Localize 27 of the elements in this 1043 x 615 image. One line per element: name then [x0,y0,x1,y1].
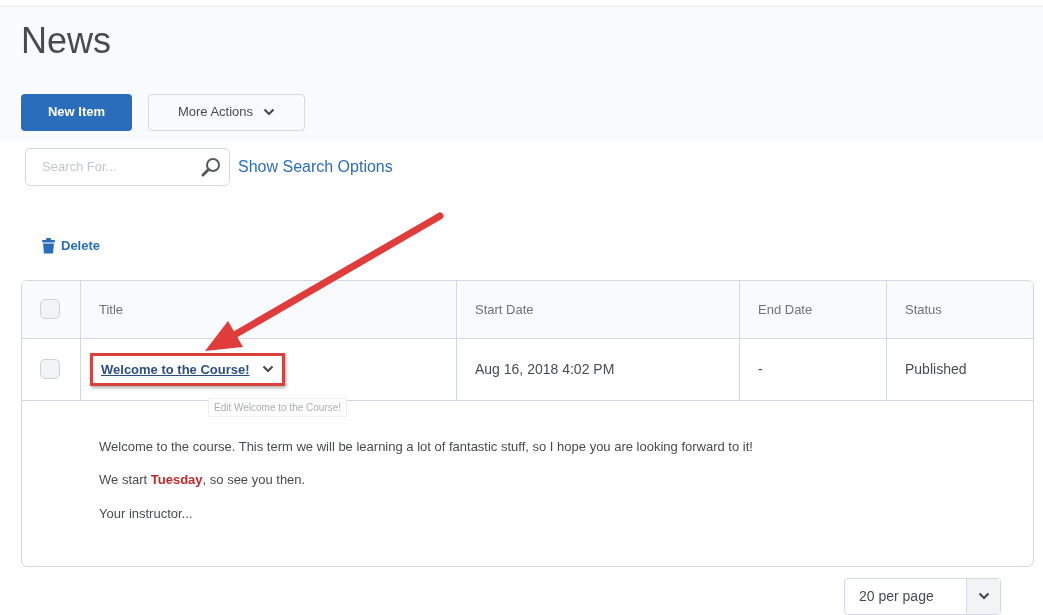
page-title: News [21,21,113,61]
column-header[interactable]: Start Date [475,299,534,319]
table-cell-text: - [758,359,763,379]
column-header[interactable]: Title [99,299,124,319]
trash-icon [42,237,55,254]
chevron-down-icon [977,592,990,601]
show-search-options-link[interactable]: Show Search Options [238,155,393,179]
search-field[interactable]: Search For... [25,148,230,186]
table-cell-text: Aug 16, 2018 4:02 PM [475,359,615,379]
column-header[interactable]: End Date [758,299,813,319]
delete-button[interactable]: Delete [42,236,101,256]
row-checkbox[interactable] [40,359,60,380]
chevron-down-icon [263,108,276,117]
item-title-link[interactable]: Welcome to the Course! [101,359,250,379]
column-header[interactable]: Status [905,299,942,319]
table-cell-text: Published [905,359,967,379]
search-icon[interactable] [201,157,221,177]
body-paragraph: Your instructor... [99,504,194,523]
select-all-checkbox[interactable] [40,299,60,320]
new-item-button[interactable]: New Item [21,93,132,131]
search-input[interactable]: Search For... [40,156,201,178]
chevron-down-icon[interactable] [261,365,274,374]
more-actions-button[interactable]: More Actions [148,93,305,131]
body-paragraph: Welcome to the course. This term we will be learning a lot of fantastic stuff, so I hope you are looking forward to it! [99,437,754,456]
page-size-select[interactable]: 20 per page [844,577,1001,615]
body-paragraph: We start Tuesday, so see you then. [99,471,307,490]
tooltip: Edit Welcome to the Course! [208,398,348,417]
